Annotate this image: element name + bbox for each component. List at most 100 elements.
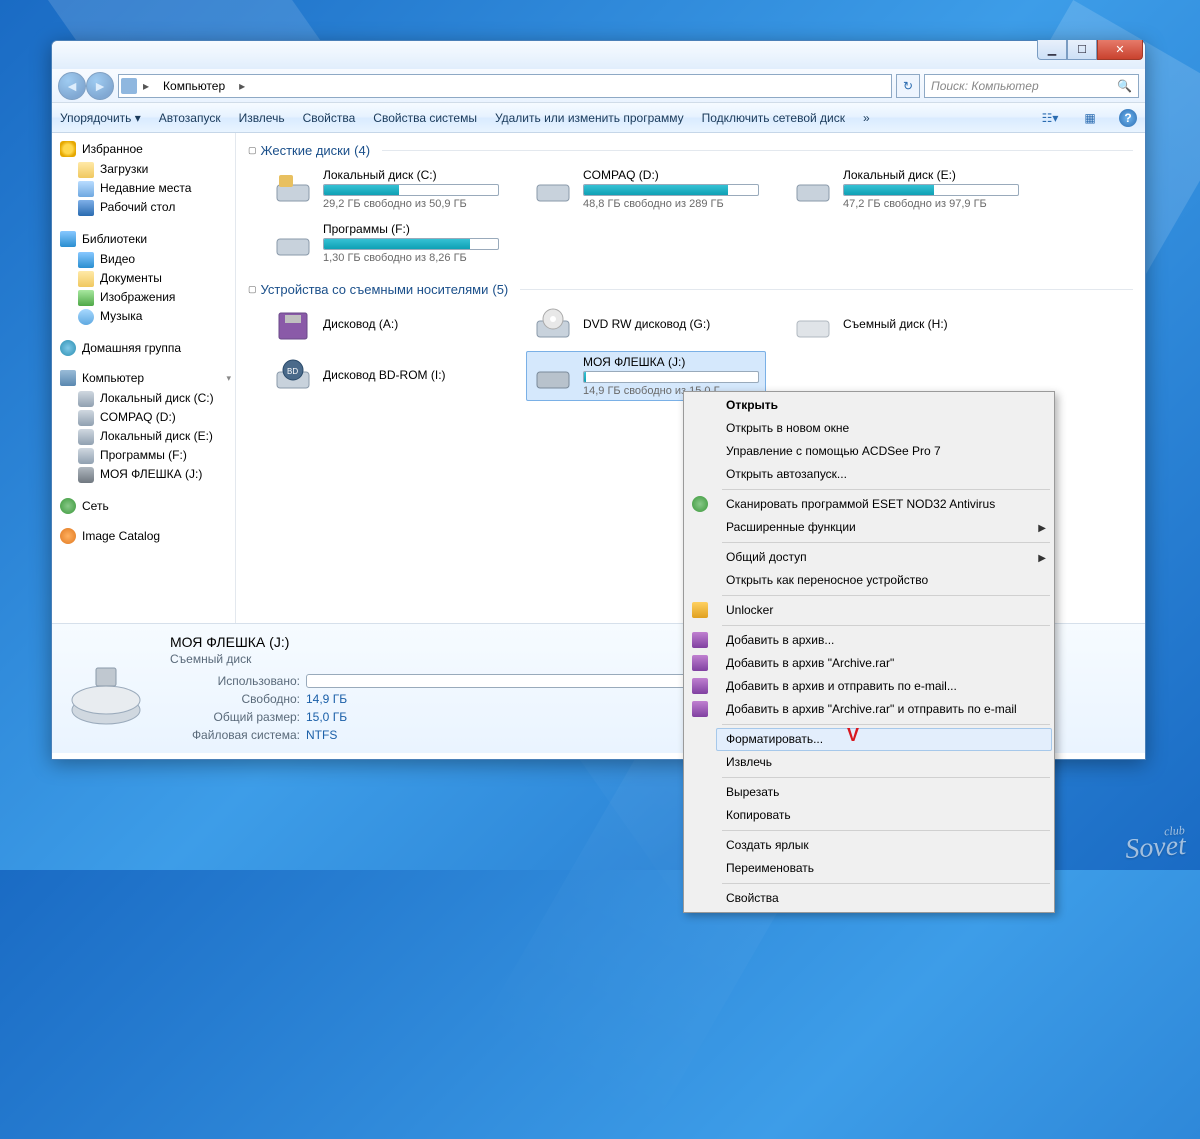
menu-eset-scan[interactable]: Сканировать программой ESET NOD32 Antivi… (716, 493, 1052, 516)
drive-c[interactable]: Локальный диск (C:)29,2 ГБ свободно из 5… (266, 164, 506, 214)
computer-icon (121, 78, 137, 94)
catalog-icon (60, 528, 76, 544)
menu-format[interactable]: Форматировать...V (716, 728, 1052, 751)
sidebar-network[interactable]: Сеть (60, 498, 235, 514)
group-removable[interactable]: ▢ Устройства со съемными носителями (5) (248, 282, 1133, 297)
menu-properties[interactable]: Свойства (716, 887, 1052, 910)
winrar-icon (692, 678, 708, 694)
uninstall-button[interactable]: Удалить или изменить программу (495, 111, 684, 125)
breadcrumb[interactable]: Компьютер (155, 77, 233, 95)
properties-button[interactable]: Свойства (303, 111, 356, 125)
drive-e[interactable]: Локальный диск (E:)47,2 ГБ свободно из 9… (786, 164, 1026, 214)
folder-icon (78, 162, 94, 178)
dvd-icon (533, 307, 573, 343)
sidebar-item-documents[interactable]: Документы (60, 269, 235, 288)
menu-copy[interactable]: Копировать (716, 804, 1052, 827)
menu-rar-add-named[interactable]: Добавить в архив "Archive.rar" (716, 652, 1052, 675)
sidebar-item-desktop[interactable]: Рабочий стол (60, 198, 235, 217)
removable-icon (793, 307, 833, 343)
star-icon (60, 141, 76, 157)
search-input[interactable]: Поиск: Компьютер 🔍 (924, 74, 1139, 98)
details-title: МОЯ ФЛЕШКА (J:) (170, 634, 746, 650)
hdd-icon (273, 171, 313, 207)
sidebar-item-drive-j[interactable]: МОЯ ФЛЕШКА (J:) (60, 465, 235, 484)
system-properties-button[interactable]: Свойства системы (373, 111, 477, 125)
bdrom-icon: BD (273, 358, 313, 394)
sidebar-item-pictures[interactable]: Изображения (60, 288, 235, 307)
group-hard-disks[interactable]: ▢ Жесткие диски (4) (248, 143, 1133, 158)
sidebar-item-music[interactable]: Музыка (60, 307, 235, 326)
map-drive-button[interactable]: Подключить сетевой диск (702, 111, 845, 125)
sidebar-favorites[interactable]: Избранное (60, 141, 235, 157)
eset-icon (692, 496, 708, 512)
menu-rar-add[interactable]: Добавить в архив... (716, 629, 1052, 652)
preview-pane-button[interactable]: ▦ (1079, 107, 1101, 129)
sidebar-image-catalog[interactable]: Image Catalog (60, 528, 235, 544)
organize-button[interactable]: Упорядочить ▾ (60, 111, 141, 125)
titlebar[interactable]: ▁ ☐ ✕ (52, 41, 1145, 69)
menu-rar-email[interactable]: Добавить в архив и отправить по e-mail..… (716, 675, 1052, 698)
forward-button[interactable]: ► (86, 72, 114, 100)
maximize-button[interactable]: ☐ (1067, 40, 1097, 60)
menu-acdsee[interactable]: Управление с помощью ACDSee Pro 7 (716, 440, 1052, 463)
menu-autoplay[interactable]: Открыть автозапуск... (716, 463, 1052, 486)
help-button[interactable]: ? (1119, 109, 1137, 127)
collapse-icon: ▢ (248, 284, 257, 295)
drive-a[interactable]: Дисковод (A:) (266, 303, 506, 347)
drive-i[interactable]: BD Дисковод BD-ROM (I:) (266, 351, 506, 401)
drive-d[interactable]: COMPAQ (D:)48,8 ГБ свободно из 289 ГБ (526, 164, 766, 214)
usb-icon (78, 467, 94, 483)
winrar-icon (692, 632, 708, 648)
address-bar[interactable]: ▸ Компьютер ▸ (118, 74, 892, 98)
eject-button[interactable]: Извлечь (239, 111, 285, 125)
menu-cut[interactable]: Вырезать (716, 781, 1052, 804)
pictures-icon (78, 290, 94, 306)
hdd-icon (533, 171, 573, 207)
toolbar-overflow-button[interactable]: » (863, 111, 870, 125)
menu-eject[interactable]: Извлечь (716, 751, 1052, 774)
autoplay-button[interactable]: Автозапуск (159, 111, 221, 125)
unlocker-icon (692, 602, 708, 618)
sidebar-item-drive-f[interactable]: Программы (F:) (60, 446, 235, 465)
annotation-arrow-icon: V (847, 727, 859, 744)
sidebar-item-recent[interactable]: Недавние места (60, 179, 235, 198)
hdd-icon (273, 225, 313, 261)
view-options-button[interactable]: ☷▾ (1039, 107, 1061, 129)
menu-rename[interactable]: Переименовать (716, 857, 1052, 880)
video-icon (78, 252, 94, 268)
homegroup-icon (60, 340, 76, 356)
sidebar-item-downloads[interactable]: Загрузки (60, 160, 235, 179)
drive-h[interactable]: Съемный диск (H:) (786, 303, 1026, 347)
recent-icon (78, 181, 94, 197)
hdd-icon (78, 429, 94, 445)
drive-g[interactable]: DVD RW дисковод (G:) (526, 303, 766, 347)
sidebar: Избранное Загрузки Недавние места Рабочи… (52, 133, 236, 623)
sidebar-item-drive-c[interactable]: Локальный диск (C:) (60, 389, 235, 408)
close-button[interactable]: ✕ (1097, 40, 1143, 60)
menu-advanced[interactable]: Расширенные функции▶ (716, 516, 1052, 539)
breadcrumb-sep-icon: ▸ (239, 79, 245, 93)
library-icon (60, 231, 76, 247)
drive-f[interactable]: Программы (F:)1,30 ГБ свободно из 8,26 Г… (266, 218, 506, 268)
computer-icon (60, 370, 76, 386)
menu-rar-named-email[interactable]: Добавить в архив "Archive.rar" и отправи… (716, 698, 1052, 721)
menu-create-shortcut[interactable]: Создать ярлык (716, 834, 1052, 857)
documents-icon (78, 271, 94, 287)
refresh-button[interactable]: ↻ (896, 74, 920, 98)
back-button[interactable]: ◄ (58, 72, 86, 100)
sidebar-libraries[interactable]: Библиотеки (60, 231, 235, 247)
sidebar-computer[interactable]: Компьютер▾ (60, 370, 235, 386)
menu-open[interactable]: Открыть (716, 394, 1052, 417)
menu-unlocker[interactable]: Unlocker (716, 599, 1052, 622)
sidebar-item-video[interactable]: Видео (60, 250, 235, 269)
menu-portable[interactable]: Открыть как переносное устройство (716, 569, 1052, 592)
details-subtitle: Съемный диск (170, 652, 746, 666)
submenu-arrow-icon: ▶ (1038, 550, 1046, 567)
minimize-button[interactable]: ▁ (1037, 40, 1067, 60)
menu-open-new-window[interactable]: Открыть в новом окне (716, 417, 1052, 440)
menu-share[interactable]: Общий доступ▶ (716, 546, 1052, 569)
sidebar-homegroup[interactable]: Домашняя группа (60, 340, 235, 356)
sidebar-item-drive-e[interactable]: Локальный диск (E:) (60, 427, 235, 446)
sidebar-item-drive-d[interactable]: COMPAQ (D:) (60, 408, 235, 427)
hdd-icon (793, 171, 833, 207)
